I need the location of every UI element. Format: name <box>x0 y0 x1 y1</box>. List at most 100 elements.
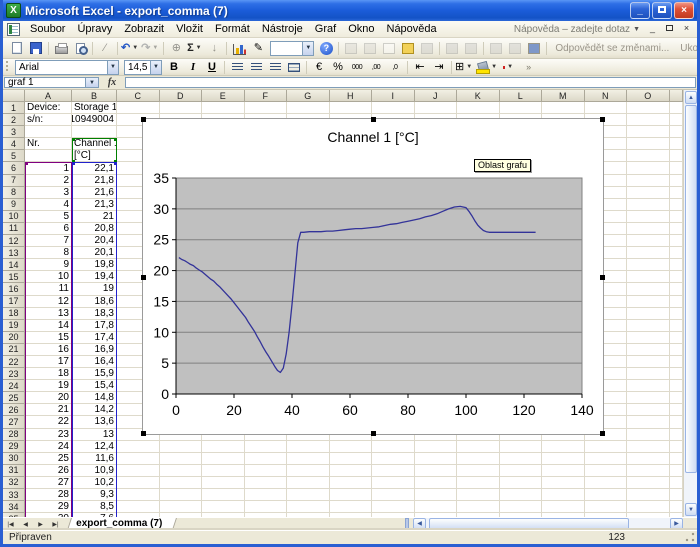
col-header-D[interactable]: D <box>160 90 203 102</box>
cell-O11[interactable] <box>627 223 670 235</box>
selection-handle[interactable] <box>371 431 376 436</box>
cell-A10[interactable]: 5 <box>25 211 72 223</box>
chevron-down-icon[interactable]: ▼ <box>194 45 204 51</box>
cell-B26[interactable]: 14,2 <box>72 404 117 416</box>
row-header-34[interactable]: 34 <box>3 501 25 513</box>
new-workbook-icon[interactable] <box>8 40 26 57</box>
cell-M30[interactable] <box>542 453 585 465</box>
cell-A19[interactable]: 14 <box>25 320 72 332</box>
align-left-icon[interactable] <box>228 59 246 76</box>
cell-N32[interactable] <box>585 477 628 489</box>
last-sheet-icon[interactable]: ▶| <box>48 518 63 530</box>
cell-A25[interactable]: 20 <box>25 392 72 404</box>
horizontal-scroll-thumb[interactable] <box>429 518 629 530</box>
menu-nastroje[interactable]: Nástroje <box>256 22 309 37</box>
merge-center-icon[interactable] <box>285 59 303 76</box>
workbook-restore-button[interactable] <box>661 22 678 36</box>
cell-A23[interactable]: 18 <box>25 368 72 380</box>
col-header-I[interactable]: I <box>372 90 415 102</box>
chevron-down-icon[interactable]: ▼ <box>150 61 161 74</box>
cell-C30[interactable] <box>117 453 160 465</box>
cell-K1[interactable] <box>457 102 500 114</box>
row-header-32[interactable]: 32 <box>3 477 25 489</box>
address-book-icon[interactable] <box>525 40 543 57</box>
row-header-6[interactable]: 6 <box>3 162 25 174</box>
cell-B10[interactable]: 21 <box>72 211 117 223</box>
cell-E1[interactable] <box>202 102 245 114</box>
cell-B14[interactable]: 19,8 <box>72 259 117 271</box>
row-header-11[interactable]: 11 <box>3 223 25 235</box>
cell-L29[interactable] <box>500 441 543 453</box>
selection-handle[interactable] <box>141 275 146 280</box>
cell-F1[interactable] <box>245 102 288 114</box>
cell-N29[interactable] <box>585 441 628 453</box>
cell-B7[interactable]: 21,8 <box>72 175 117 187</box>
selection-handle[interactable] <box>600 431 605 436</box>
cell-M33[interactable] <box>542 489 585 501</box>
cell-B9[interactable]: 21,3 <box>72 199 117 211</box>
cell-A12[interactable]: 7 <box>25 235 72 247</box>
scroll-down-icon[interactable]: ▼ <box>685 503 697 516</box>
col-header-N[interactable]: N <box>585 90 628 102</box>
comment-next-icon[interactable] <box>361 40 379 57</box>
cell-L1[interactable] <box>500 102 543 114</box>
col-header-A[interactable]: A <box>25 90 72 102</box>
reply-with-changes-button[interactable]: Odpovědět se změnami... <box>550 43 674 54</box>
sort-ascending-icon[interactable]: ↓ <box>205 40 223 57</box>
cell-A27[interactable]: 22 <box>25 416 72 428</box>
cell-B30[interactable]: 11,6 <box>72 453 117 465</box>
borders-icon[interactable]: ⊞▼ <box>455 59 474 76</box>
cell-D29[interactable] <box>160 441 203 453</box>
col-header-B[interactable]: B <box>72 90 117 102</box>
close-button[interactable]: × <box>674 2 694 19</box>
chevron-down-icon[interactable]: ▼ <box>464 64 474 70</box>
cell-A30[interactable]: 25 <box>25 453 72 465</box>
cell-B19[interactable]: 17,8 <box>72 320 117 332</box>
menu-zobrazit[interactable]: Zobrazit <box>118 22 170 37</box>
row-header-28[interactable]: 28 <box>3 429 25 441</box>
align-center-icon[interactable] <box>247 59 265 76</box>
tab-split-handle[interactable] <box>405 518 409 530</box>
cell-O27[interactable] <box>627 416 670 428</box>
vertical-scrollbar[interactable]: ▲ ▼ <box>683 90 697 517</box>
formula-input[interactable] <box>125 77 696 88</box>
previous-change-icon[interactable] <box>443 40 461 57</box>
row-header-5[interactable]: 5 <box>3 150 25 162</box>
cell-O24[interactable] <box>627 380 670 392</box>
cell-K32[interactable] <box>457 477 500 489</box>
row-header-16[interactable]: 16 <box>3 283 25 295</box>
row-header-9[interactable]: 9 <box>3 199 25 211</box>
cell-H32[interactable] <box>330 477 373 489</box>
first-sheet-icon[interactable]: |◀ <box>3 518 18 530</box>
cell-B27[interactable]: 13,6 <box>72 416 117 428</box>
cell-O12[interactable] <box>627 235 670 247</box>
cell-A34[interactable]: 29 <box>25 501 72 513</box>
redo-icon[interactable]: ↷▼ <box>141 40 160 57</box>
col-header-F[interactable]: F <box>245 90 288 102</box>
horizontal-scrollbar[interactable]: ◀ ▶ <box>413 518 683 530</box>
cell-A3[interactable] <box>25 126 72 138</box>
zoom-combobox[interactable]: ▼ <box>270 41 314 56</box>
chevron-down-icon[interactable]: ▼ <box>150 45 160 51</box>
cell-D33[interactable] <box>160 489 203 501</box>
cell-E29[interactable] <box>202 441 245 453</box>
cell-O33[interactable] <box>627 489 670 501</box>
cell-A7[interactable]: 2 <box>25 175 72 187</box>
cell-O8[interactable] <box>627 187 670 199</box>
cell-J34[interactable] <box>415 501 458 513</box>
italic-icon[interactable]: I <box>184 59 202 76</box>
row-header-7[interactable]: 7 <box>3 175 25 187</box>
selection-handle[interactable] <box>600 275 605 280</box>
fill-color-icon[interactable]: ▼ <box>475 59 499 76</box>
font-size-combobox[interactable]: 14,5 ▼ <box>124 60 162 75</box>
cell-H31[interactable] <box>330 465 373 477</box>
cell-J1[interactable] <box>415 102 458 114</box>
col-header-C[interactable]: C <box>117 90 160 102</box>
sheet-tab-active[interactable]: export_comma (7) <box>67 518 177 530</box>
cell-A13[interactable]: 8 <box>25 247 72 259</box>
cell-O29[interactable] <box>627 441 670 453</box>
update-file-icon[interactable] <box>506 40 524 57</box>
cell-O21[interactable] <box>627 344 670 356</box>
cell-H30[interactable] <box>330 453 373 465</box>
row-header-1[interactable]: 1 <box>3 102 25 114</box>
